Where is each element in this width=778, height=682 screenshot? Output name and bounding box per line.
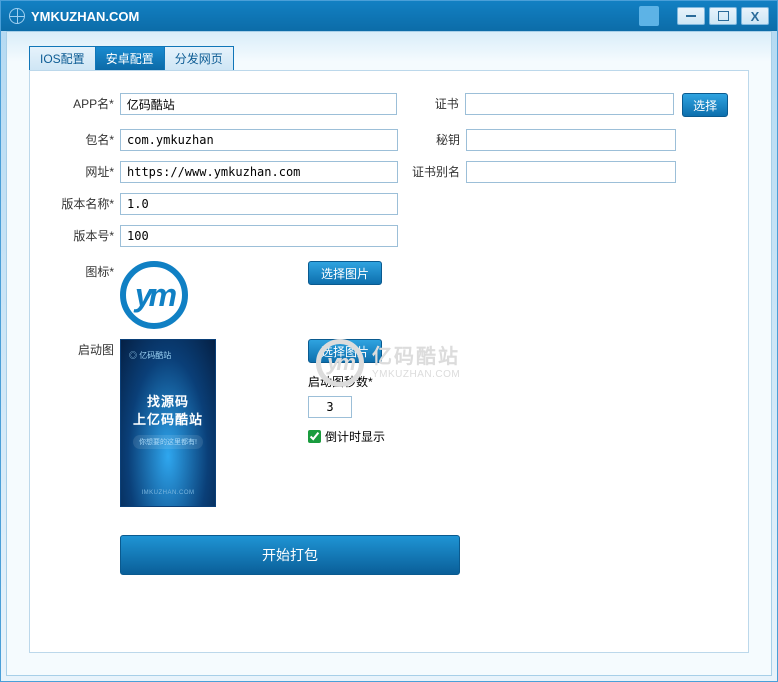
title-text: YMKUZHAN.COM [31, 9, 139, 24]
client-area: IOS配置 安卓配置 分发网页 ym 亿码酷站 YMKUZHAN.COM APP… [6, 31, 772, 676]
tab-android[interactable]: 安卓配置 [95, 46, 165, 71]
start-build-button[interactable]: 开始打包 [120, 535, 460, 575]
label-package: 包名* [50, 129, 120, 151]
countdown-checkbox[interactable] [308, 430, 321, 443]
label-cert: 证书 [397, 93, 465, 115]
label-countdown: 倒计时显示 [325, 428, 385, 445]
app-window: YMKUZHAN.COM X IOS配置 安卓配置 分发网页 ym 亿码酷站 Y… [0, 0, 778, 682]
close-button[interactable]: X [741, 7, 769, 25]
select-splash-button[interactable]: 选择图片 [308, 339, 382, 363]
config-panel: ym 亿码酷站 YMKUZHAN.COM APP名* 证书 选择 包名* 秘钥 [29, 70, 749, 653]
minimize-button[interactable] [677, 7, 705, 25]
versioncode-input[interactable] [120, 225, 398, 247]
label-icon: 图标* [50, 261, 120, 283]
icon-preview: ym [120, 261, 188, 329]
tab-distribute[interactable]: 分发网页 [164, 46, 234, 71]
cert-input[interactable] [465, 93, 674, 115]
label-versionname: 版本名称* [50, 193, 120, 215]
label-url: 网址* [50, 161, 120, 183]
splash-seconds-input[interactable] [308, 396, 352, 418]
label-splash-seconds: 启动图秒数* [308, 373, 373, 390]
key-input[interactable] [466, 129, 676, 151]
alias-input[interactable] [466, 161, 676, 183]
maximize-button[interactable] [709, 7, 737, 25]
page-icon[interactable] [639, 6, 659, 26]
label-appname: APP名* [50, 93, 120, 115]
versionname-input[interactable] [120, 193, 398, 215]
titlebar[interactable]: YMKUZHAN.COM X [1, 1, 777, 31]
tab-bar: IOS配置 安卓配置 分发网页 [7, 32, 771, 71]
package-input[interactable] [120, 129, 398, 151]
select-icon-button[interactable]: 选择图片 [308, 261, 382, 285]
appname-input[interactable] [120, 93, 397, 115]
label-splash: 启动图 [50, 339, 120, 361]
splash-preview: ◎ 亿码酷站 找源码 上亿码酷站 你想要的这里都有! IMKUZHAN.COM [120, 339, 216, 507]
select-cert-button[interactable]: 选择 [682, 93, 728, 117]
tab-ios[interactable]: IOS配置 [29, 46, 96, 71]
label-key: 秘钥 [398, 129, 466, 151]
label-alias: 证书别名 [398, 161, 466, 183]
url-input[interactable] [120, 161, 398, 183]
label-versioncode: 版本号* [50, 225, 120, 247]
countdown-checkbox-row[interactable]: 倒计时显示 [308, 428, 385, 445]
app-icon [9, 8, 25, 24]
